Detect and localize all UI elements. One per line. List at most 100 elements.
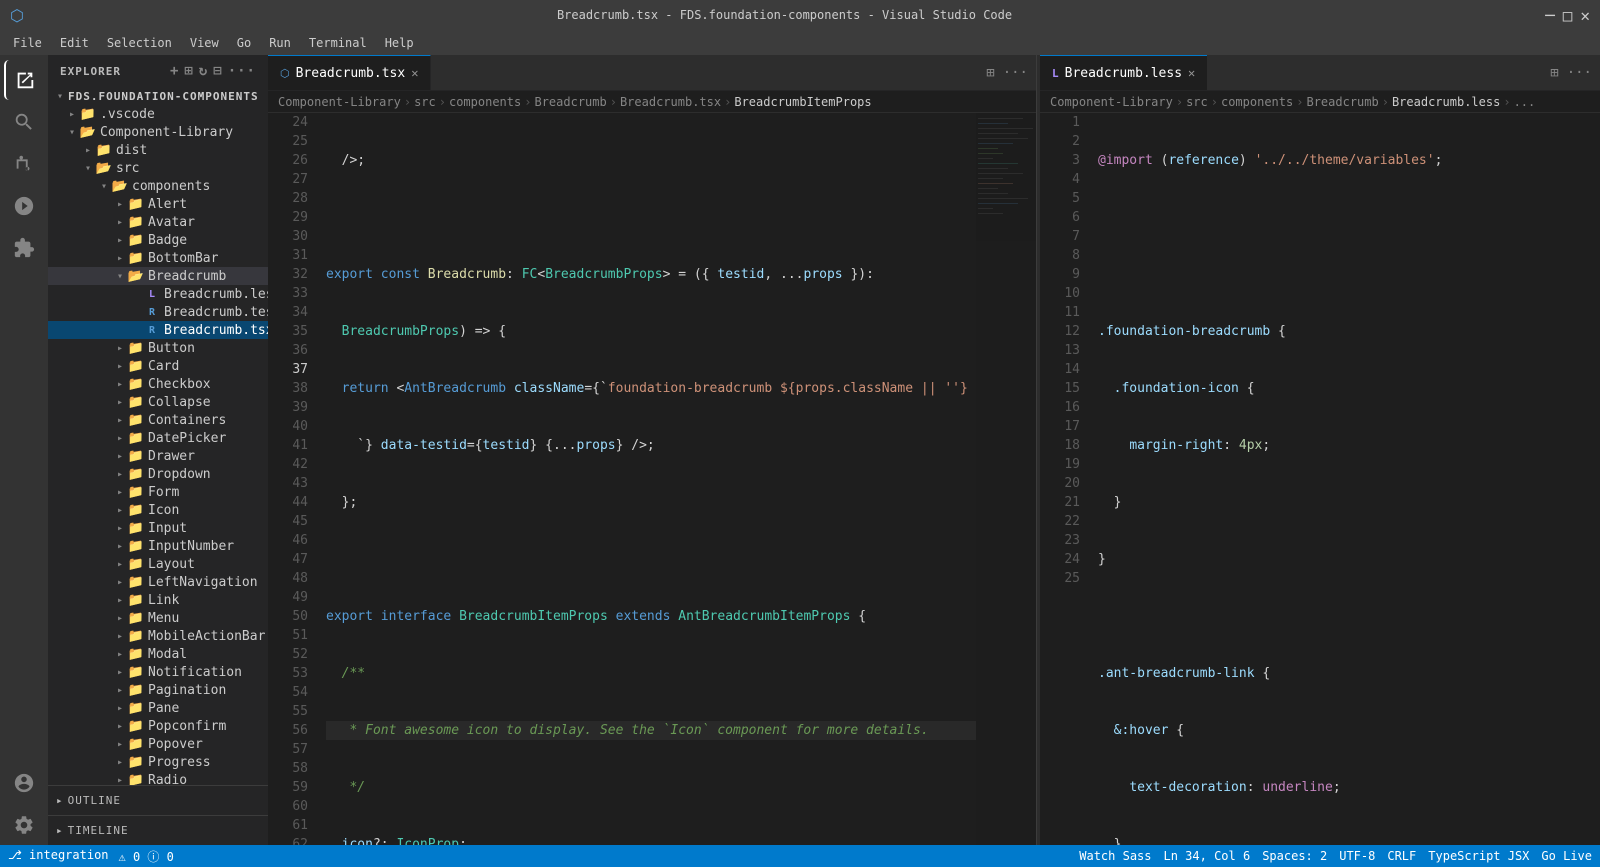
minimize-button[interactable]: ─ — [1545, 6, 1555, 25]
sidebar-item-collapse[interactable]: ▸ 📁 Collapse — [48, 393, 268, 411]
activity-settings[interactable] — [4, 805, 44, 845]
code-line-35: */ — [326, 778, 976, 797]
sidebar-item-pane[interactable]: ▸ 📁 Pane — [48, 699, 268, 717]
new-file-icon[interactable]: + — [170, 63, 179, 79]
left-breadcrumb-bar: Component-Library › src › components › B… — [268, 91, 1036, 113]
sidebar-item-dropdown[interactable]: ▸ 📁 Dropdown — [48, 465, 268, 483]
sidebar-item-link[interactable]: ▸ 📁 Link — [48, 591, 268, 609]
status-watch-sass[interactable]: Watch Sass — [1079, 849, 1151, 863]
right-breadcrumb-less-file[interactable]: Breadcrumb.less — [1392, 95, 1500, 109]
sidebar-item-button[interactable]: ▸ 📁 Button — [48, 339, 268, 357]
sidebar-item-input[interactable]: ▸ 📁 Input — [48, 519, 268, 537]
breadcrumb-components[interactable]: components — [449, 95, 521, 109]
sidebar-item-bottombar[interactable]: ▸ 📁 BottomBar — [48, 249, 268, 267]
sidebar-item-breadcrumb-test[interactable]: ▸ R Breadcrumb.test.tsx — [48, 303, 268, 321]
right-breadcrumb-ellipsis[interactable]: ... — [1514, 95, 1536, 109]
right-breadcrumb-component-library[interactable]: Component-Library — [1050, 95, 1173, 109]
tab-breadcrumb-less[interactable]: L Breadcrumb.less ✕ — [1040, 55, 1207, 90]
sidebar-item-component-library[interactable]: ▾ 📂 Component-Library — [48, 123, 268, 141]
maximize-button[interactable]: □ — [1563, 6, 1573, 25]
sidebar-item-badge[interactable]: ▸ 📁 Badge — [48, 231, 268, 249]
sidebar-item-src[interactable]: ▾ 📂 src — [48, 159, 268, 177]
right-code-editor[interactable]: 1 2 3 4 5 6 7 8 9 10 11 12 13 — [1040, 113, 1600, 845]
sidebar-item-breadcrumb-less[interactable]: ▸ L Breadcrumb.less — [48, 285, 268, 303]
sidebar-item-radio[interactable]: ▸ 📁 Radio — [48, 771, 268, 785]
breadcrumb-component-library[interactable]: Component-Library — [278, 95, 401, 109]
sidebar-item-mobileactionbar[interactable]: ▸ 📁 MobileActionBar — [48, 627, 268, 645]
sidebar-item-checkbox[interactable]: ▸ 📁 Checkbox — [48, 375, 268, 393]
activity-scm[interactable] — [4, 144, 44, 184]
left-code-editor[interactable]: 24 25 26 27 28 29 30 31 32 33 34 35 — [268, 113, 1036, 845]
collapse-all-icon[interactable]: ⊟ — [213, 63, 222, 79]
split-editor-right-icon[interactable]: ⊞ — [1550, 65, 1558, 81]
more-actions-right-icon[interactable]: ··· — [1567, 65, 1592, 81]
timeline-section[interactable]: ▸ TIMELINE — [48, 815, 268, 845]
tab-less-close-button[interactable]: ✕ — [1188, 66, 1195, 80]
menu-file[interactable]: File — [5, 34, 50, 52]
sidebar-item-card[interactable]: ▸ 📁 Card — [48, 357, 268, 375]
sidebar-item-popconfirm[interactable]: ▸ 📁 Popconfirm — [48, 717, 268, 735]
sidebar-item-pagination[interactable]: ▸ 📁 Pagination — [48, 681, 268, 699]
sidebar-item-breadcrumb[interactable]: ▾ 📂 Breadcrumb — [48, 267, 268, 285]
sidebar-item-datepicker[interactable]: ▸ 📁 DatePicker — [48, 429, 268, 447]
refresh-icon[interactable]: ↻ — [199, 63, 208, 79]
status-branch[interactable]: ⎇ integration — [8, 848, 109, 865]
activity-account[interactable] — [4, 763, 44, 803]
sidebar-item-containers[interactable]: ▸ 📁 Containers — [48, 411, 268, 429]
split-editor-icon[interactable]: ⊞ — [986, 65, 994, 81]
sidebar-item-dist[interactable]: ▸ 📁 dist — [48, 141, 268, 159]
sidebar-item-modal[interactable]: ▸ 📁 Modal — [48, 645, 268, 663]
close-button[interactable]: ✕ — [1580, 6, 1590, 25]
activity-extensions[interactable] — [4, 228, 44, 268]
status-cursor-position[interactable]: Ln 34, Col 6 — [1164, 849, 1251, 863]
sidebar-label-layout: Layout — [148, 557, 195, 572]
sidebar-item-components[interactable]: ▾ 📂 components — [48, 177, 268, 195]
outline-section[interactable]: ▸ OUTLINE — [48, 785, 268, 815]
activity-search[interactable] — [4, 102, 44, 142]
status-spaces[interactable]: Spaces: 2 — [1262, 849, 1327, 863]
activity-debug[interactable] — [4, 186, 44, 226]
menu-run[interactable]: Run — [261, 34, 299, 52]
sidebar-item-root[interactable]: ▾ FDS.FOUNDATION-COMPONENTS — [48, 87, 268, 105]
tab-breadcrumb-tsx[interactable]: ⬡ Breadcrumb.tsx ✕ — [268, 55, 431, 90]
menu-edit[interactable]: Edit — [52, 34, 97, 52]
sidebar-item-alert[interactable]: ▸ 📁 Alert — [48, 195, 268, 213]
activity-explorer[interactable] — [4, 60, 44, 100]
status-encoding[interactable]: UTF-8 — [1339, 849, 1375, 863]
sidebar-item-vscode[interactable]: ▸ 📁 .vscode — [48, 105, 268, 123]
right-breadcrumb-src[interactable]: src — [1186, 95, 1208, 109]
menu-go[interactable]: Go — [229, 34, 259, 52]
sidebar-item-notification[interactable]: ▸ 📁 Notification — [48, 663, 268, 681]
menu-selection[interactable]: Selection — [99, 34, 180, 52]
sidebar-item-breadcrumb-tsx[interactable]: ▸ R Breadcrumb.tsx — [48, 321, 268, 339]
window-controls[interactable]: ─ □ ✕ — [1545, 6, 1590, 25]
right-breadcrumb-breadcrumb-folder[interactable]: Breadcrumb — [1306, 95, 1378, 109]
sidebar-item-avatar[interactable]: ▸ 📁 Avatar — [48, 213, 268, 231]
menu-help[interactable]: Help — [377, 34, 422, 52]
breadcrumb-breadcrumb-folder[interactable]: Breadcrumb — [534, 95, 606, 109]
sidebar-item-inputnumber[interactable]: ▸ 📁 InputNumber — [48, 537, 268, 555]
sidebar-item-menu[interactable]: ▸ 📁 Menu — [48, 609, 268, 627]
status-go-live[interactable]: Go Live — [1541, 849, 1592, 863]
sidebar-item-leftnavigation[interactable]: ▸ 📁 LeftNavigation — [48, 573, 268, 591]
sidebar-item-layout[interactable]: ▸ 📁 Layout — [48, 555, 268, 573]
sidebar-item-icon[interactable]: ▸ 📁 Icon — [48, 501, 268, 519]
right-breadcrumb-components[interactable]: components — [1221, 95, 1293, 109]
more-actions-icon[interactable]: ··· — [228, 63, 256, 79]
sidebar-item-form[interactable]: ▸ 📁 Form — [48, 483, 268, 501]
sidebar-item-popover[interactable]: ▸ 📁 Popover — [48, 735, 268, 753]
more-actions-icon[interactable]: ··· — [1003, 65, 1028, 81]
tab-close-button[interactable]: ✕ — [411, 66, 418, 80]
breadcrumb-item-props[interactable]: BreadcrumbItemProps — [734, 95, 871, 109]
sidebar-item-drawer[interactable]: ▸ 📁 Drawer — [48, 447, 268, 465]
menu-view[interactable]: View — [182, 34, 227, 52]
breadcrumb-src[interactable]: src — [414, 95, 436, 109]
breadcrumb-breadcrumb-tsx[interactable]: Breadcrumb.tsx — [620, 95, 721, 109]
status-line-ending[interactable]: CRLF — [1387, 849, 1416, 863]
menu-bar: File Edit Selection View Go Run Terminal… — [0, 30, 1600, 55]
status-errors[interactable]: ⚠ 0 ⓘ 0 — [119, 848, 174, 865]
status-language[interactable]: TypeScript JSX — [1428, 849, 1529, 863]
menu-terminal[interactable]: Terminal — [301, 34, 375, 52]
sidebar-item-progress[interactable]: ▸ 📁 Progress — [48, 753, 268, 771]
new-folder-icon[interactable]: ⊞ — [184, 63, 193, 79]
